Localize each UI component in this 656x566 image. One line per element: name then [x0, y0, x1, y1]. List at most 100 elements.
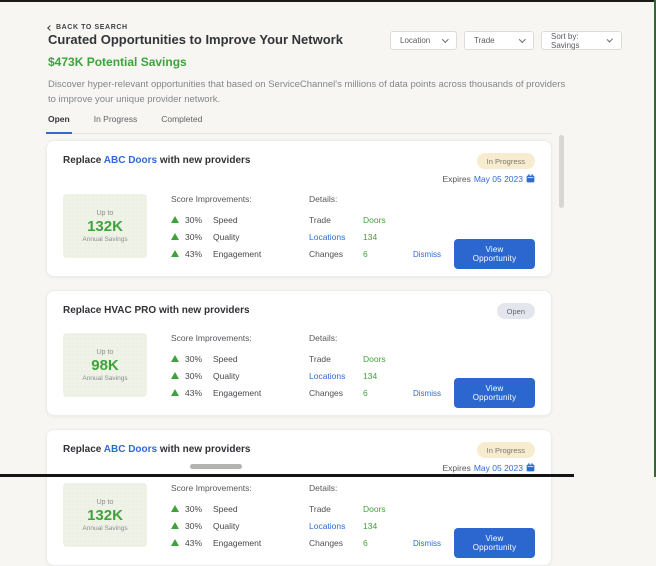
score-improvements-block: Score Improvements: 30% Speed 30% Qualit…: [171, 194, 299, 262]
trade-filter-dropdown[interactable]: Trade: [464, 31, 534, 50]
score-delta: 30%: [185, 521, 213, 531]
locations-link[interactable]: Locations: [309, 521, 363, 531]
location-filter-dropdown[interactable]: Location: [390, 31, 457, 50]
view-opportunity-button[interactable]: View Opportunity: [454, 239, 535, 269]
savings-caption: Annual Savings: [82, 375, 127, 382]
card-title: Replace HVAC PRO with new providers: [63, 303, 250, 316]
sort-by-label: Sort by: Savings: [551, 32, 602, 50]
score-row: 43% Engagement: [171, 384, 299, 401]
chevron-down-icon: [607, 36, 613, 42]
detail-value: 6: [363, 538, 368, 548]
triangle-up-icon: [171, 389, 179, 396]
score-metric: Engagement: [213, 538, 261, 548]
score-row: 30% Speed: [171, 500, 299, 517]
detail-value: 6: [363, 249, 368, 259]
page-title: Curated Opportunities to Improve Your Ne…: [48, 32, 343, 47]
expires-label: Expires: [443, 174, 471, 184]
status-tabs: Open In Progress Completed: [46, 110, 552, 134]
detail-row: Changes 6: [309, 534, 413, 551]
triangle-up-icon: [171, 505, 179, 512]
expires-date: May 05 2023: [474, 174, 523, 184]
card-actions: Dismiss View Opportunity: [413, 528, 535, 558]
score-delta: 43%: [185, 538, 213, 548]
tab-open[interactable]: Open: [46, 110, 72, 134]
detail-value: 134: [363, 371, 377, 381]
provider-link[interactable]: ABC Doors: [104, 155, 157, 166]
detail-label: Trade: [309, 354, 363, 364]
sort-by-dropdown[interactable]: Sort by: Savings: [541, 31, 622, 50]
potential-savings-headline: $473K Potential Savings: [48, 55, 187, 69]
provider-name: HVAC PRO: [104, 305, 156, 316]
score-improvements-block: Score Improvements: 30% Speed 30% Qualit…: [171, 333, 299, 401]
detail-row: Locations 134: [309, 367, 413, 384]
detail-row: Trade Doors: [309, 211, 413, 228]
score-row: 30% Speed: [171, 350, 299, 367]
savings-up-to: Up to: [97, 499, 114, 506]
detail-value: Doors: [363, 215, 386, 225]
detail-row: Locations 134: [309, 228, 413, 245]
score-delta: 30%: [185, 354, 213, 364]
card-title-suffix: with new providers: [157, 444, 250, 455]
detail-label: Trade: [309, 215, 363, 225]
annual-savings-box: Up to 132K Annual Savings: [63, 194, 147, 258]
back-to-search-link[interactable]: BACK TO SEARCH: [48, 24, 128, 31]
score-improvements-header: Score Improvements:: [171, 333, 299, 343]
card-title-suffix: with new providers: [156, 305, 249, 316]
calendar-icon: [526, 174, 535, 185]
card-actions: Dismiss View Opportunity: [413, 239, 535, 269]
triangle-up-icon: [171, 233, 179, 240]
score-delta: 43%: [185, 388, 213, 398]
window-top-edge: [0, 0, 656, 2]
detail-row: Changes 6: [309, 384, 413, 401]
savings-amount: 132K: [87, 507, 123, 524]
view-opportunity-button[interactable]: View Opportunity: [454, 528, 535, 558]
detail-value: 134: [363, 232, 377, 242]
score-delta: 30%: [185, 215, 213, 225]
detail-row: Trade Doors: [309, 500, 413, 517]
detail-value: 6: [363, 388, 368, 398]
savings-up-to: Up to: [97, 210, 114, 217]
detail-row: Locations 134: [309, 517, 413, 534]
dismiss-button[interactable]: Dismiss: [413, 250, 441, 259]
triangle-up-icon: [171, 539, 179, 546]
details-header: Details:: [309, 333, 413, 343]
chevron-down-icon: [442, 36, 448, 42]
score-improvements-header: Score Improvements:: [171, 483, 299, 493]
score-metric: Speed: [213, 504, 238, 514]
score-metric: Engagement: [213, 249, 261, 259]
view-opportunity-button[interactable]: View Opportunity: [454, 378, 535, 408]
page-description: Discover hyper-relevant opportunities th…: [48, 77, 568, 107]
status-badge: In Progress: [477, 153, 535, 169]
vertical-scrollbar-thumb[interactable]: [559, 135, 564, 208]
card-title: Replace ABC Doors with new providers: [63, 442, 250, 455]
savings-caption: Annual Savings: [82, 236, 127, 243]
filter-bar: Location Trade Sort by: Savings: [390, 31, 622, 50]
dismiss-button[interactable]: Dismiss: [413, 539, 441, 548]
opportunity-card-list: Replace ABC Doors with new providers In …: [46, 140, 552, 566]
score-row: 30% Quality: [171, 517, 299, 534]
status-badge: Open: [497, 303, 535, 319]
detail-label: Changes: [309, 388, 363, 398]
card-title-suffix: with new providers: [157, 155, 250, 166]
provider-link[interactable]: ABC Doors: [104, 444, 157, 455]
details-block: Details: Trade Doors Locations 134 Chang…: [309, 194, 413, 262]
locations-link[interactable]: Locations: [309, 371, 363, 381]
triangle-up-icon: [171, 355, 179, 362]
tab-in-progress[interactable]: In Progress: [92, 110, 139, 133]
card-title-prefix: Replace: [63, 305, 104, 316]
horizontal-scrollbar-thumb[interactable]: [190, 464, 242, 469]
details-header: Details:: [309, 483, 413, 493]
dismiss-button[interactable]: Dismiss: [413, 389, 441, 398]
score-delta: 30%: [185, 232, 213, 242]
tab-completed[interactable]: Completed: [159, 110, 204, 133]
score-row: 30% Quality: [171, 367, 299, 384]
back-to-search-label: BACK TO SEARCH: [56, 24, 128, 31]
expires-label: Expires: [443, 463, 471, 473]
savings-up-to: Up to: [97, 349, 114, 356]
detail-row: Changes 6: [309, 245, 413, 262]
locations-link[interactable]: Locations: [309, 232, 363, 242]
score-improvements-header: Score Improvements:: [171, 194, 299, 204]
card-title-prefix: Replace: [63, 155, 104, 166]
savings-amount: 98K: [91, 357, 119, 374]
score-delta: 43%: [185, 249, 213, 259]
